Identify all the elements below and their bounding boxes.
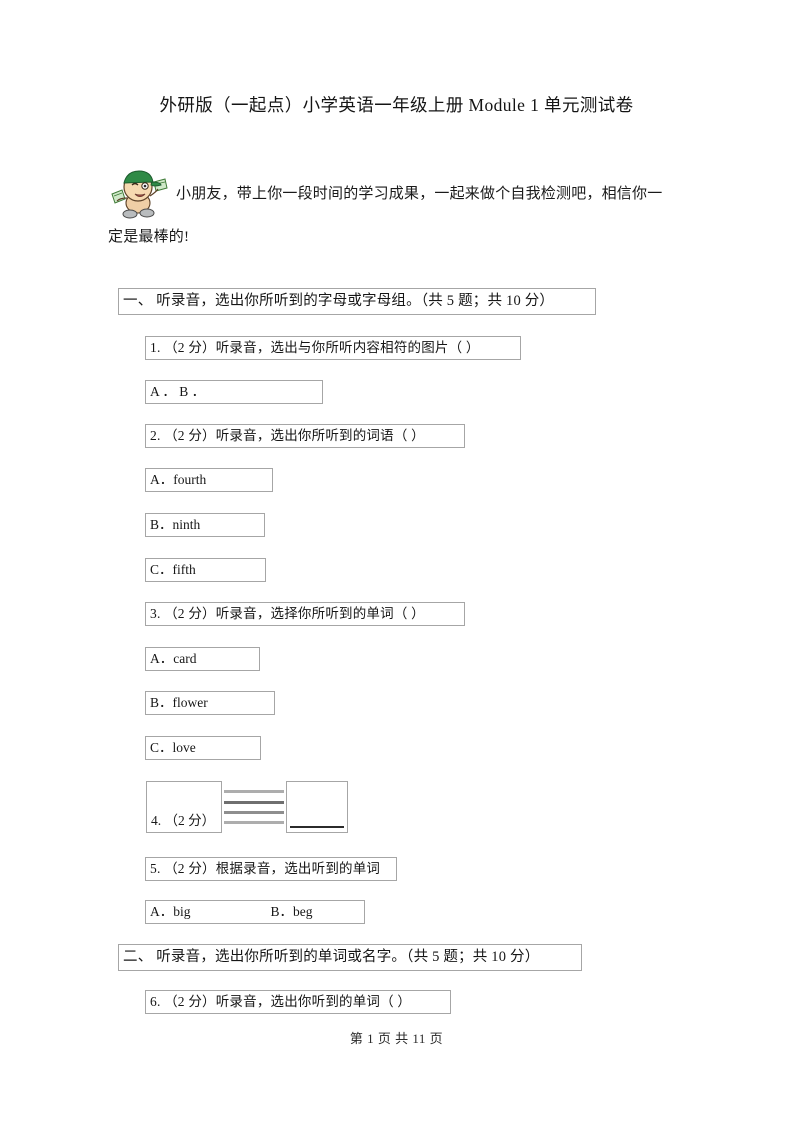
page-footer: 第 1 页 共 11 页: [349, 1031, 444, 1046]
question-3-option-a[interactable]: A．card: [145, 647, 260, 671]
question-5-option-a[interactable]: A．big: [150, 904, 191, 919]
question-2-stem: 2. （2 分）听录音，选出你所听到的词语（ ）: [145, 424, 465, 448]
section-heading-2: 二、 听录音，选出你所听到的单词或名字。（共 5 题；共 10 分）: [118, 944, 582, 971]
intro-text-line-1: 小朋友，带上你一段时间的学习成果，一起来做个自我检测吧，相信你一: [176, 186, 663, 202]
section-heading-1: 一、 听录音，选出你所听到的字母或字母组。（共 5 题；共 10 分）: [118, 288, 596, 315]
question-2-option-c[interactable]: C．fifth: [145, 558, 266, 582]
question-4-stem: 4. （2 分）: [151, 813, 216, 828]
intro-text-line-2: 定是最棒的!: [108, 229, 190, 245]
exam-paper-page: 外研版（一起点）小学英语一年级上册 Module 1 单元测试卷 小朋友，带上你…: [0, 0, 793, 1122]
question-1-options-inline[interactable]: A ． B ．: [145, 380, 323, 404]
question-5-option-b[interactable]: B．beg: [271, 904, 313, 919]
answer-blank-box[interactable]: [286, 781, 348, 833]
question-3-option-b[interactable]: B．flower: [145, 691, 275, 715]
question-3-option-c[interactable]: C．love: [145, 736, 261, 760]
question-5-options[interactable]: A．big B．beg: [145, 900, 365, 924]
question-2-option-b[interactable]: B．ninth: [145, 513, 265, 537]
mascot-boy-icon: [108, 168, 170, 220]
question-4-stem-box: 4. （2 分）: [146, 781, 222, 833]
question-5-stem: 5. （2 分）根据录音，选出听到的单词: [145, 857, 397, 881]
question-3-stem: 3. （2 分）听录音，选择你所听到的单词（ ）: [145, 602, 465, 626]
intro-block: 小朋友，带上你一段时间的学习成果，一起来做个自我检测吧，相信你一 定是最棒的!: [108, 168, 688, 254]
question-6-stem: 6. （2 分）听录音，选出你听到的单词（ ）: [145, 990, 451, 1014]
broken-image-icon: [223, 781, 285, 833]
question-2-option-a[interactable]: A．fourth: [145, 468, 273, 492]
page-title: 外研版（一起点）小学英语一年级上册 Module 1 单元测试卷: [159, 95, 634, 115]
question-4-group: 4. （2 分）: [146, 781, 348, 833]
question-1-stem: 1. （2 分）听录音，选出与你所听内容相符的图片（ ）: [145, 336, 521, 360]
